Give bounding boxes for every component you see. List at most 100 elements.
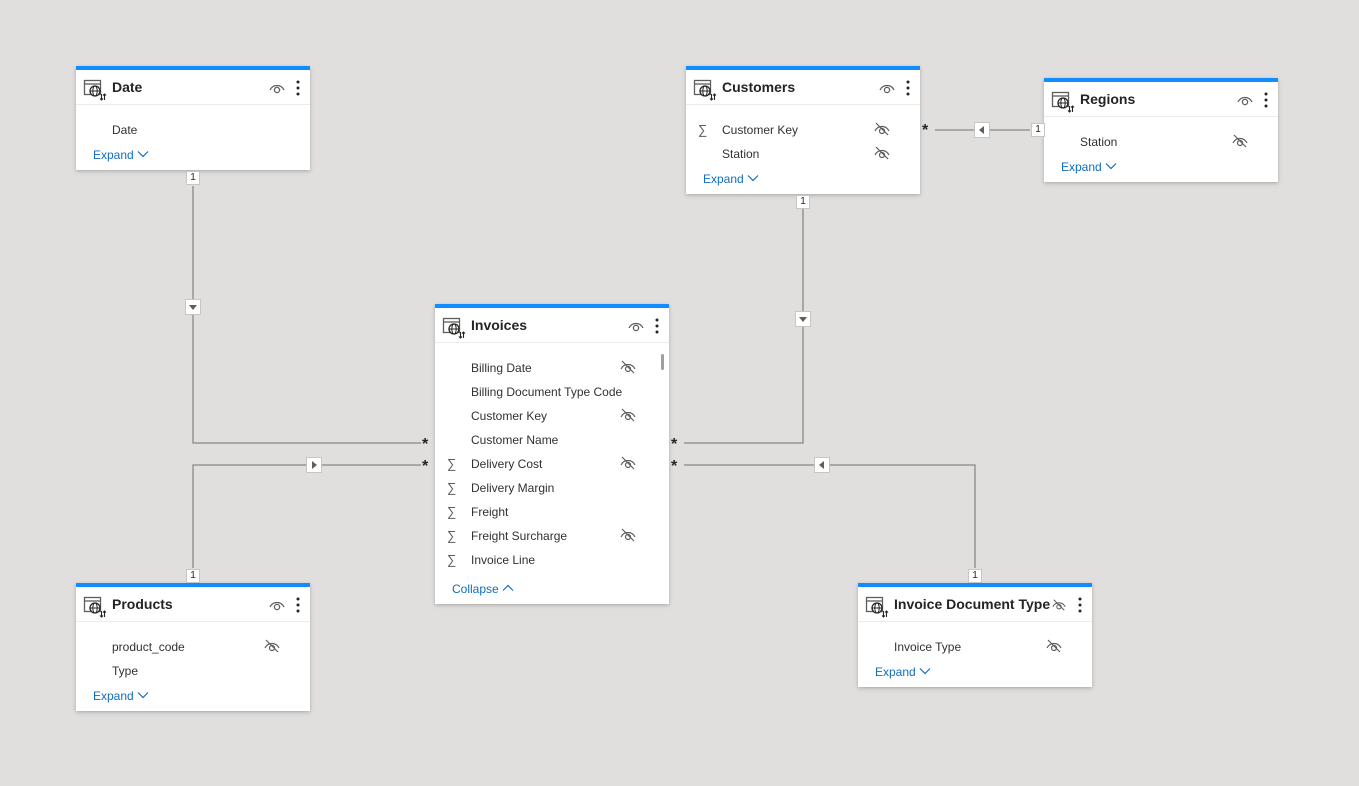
field-row[interactable]: Customer Key — [447, 406, 657, 426]
field-row[interactable]: Type — [88, 661, 298, 681]
cardinality-many-invoices-customers: * — [671, 436, 678, 453]
sigma-icon: ∑ — [447, 528, 457, 543]
table-header[interactable]: Date — [76, 70, 310, 105]
expand-toggle[interactable]: Expand — [93, 689, 149, 703]
table-globe-icon — [442, 317, 466, 339]
field-name: Freight Surcharge — [471, 529, 568, 543]
eye-hidden-icon[interactable] — [619, 359, 637, 375]
sigma-icon: ∑ — [447, 456, 457, 471]
eye-icon[interactable] — [268, 81, 286, 95]
toggle-label: Expand — [93, 689, 134, 703]
field-name: Billing Date — [471, 361, 532, 375]
table-card-regions[interactable]: Regions Station Expand — [1044, 78, 1278, 182]
field-name: Customer Name — [471, 433, 559, 447]
chevron-down-icon — [919, 668, 931, 675]
cardinality-one-date: 1 — [186, 171, 200, 185]
eye-hidden-icon[interactable] — [619, 407, 637, 423]
field-row[interactable]: Customer Name — [447, 430, 657, 450]
filter-direction-invoice-doc-type[interactable] — [814, 457, 830, 473]
eye-hidden-icon[interactable] — [1050, 598, 1068, 612]
eye-icon[interactable] — [627, 319, 645, 333]
eye-hidden-icon[interactable] — [263, 638, 281, 654]
table-header[interactable]: Customers — [686, 70, 920, 105]
field-row[interactable]: Station — [1056, 132, 1266, 152]
filter-direction-regions[interactable] — [974, 122, 990, 138]
more-vertical-icon[interactable] — [295, 79, 301, 97]
toggle-label: Expand — [703, 172, 744, 186]
chevron-up-icon — [502, 584, 514, 591]
field-row[interactable]: Billing Date — [447, 358, 657, 378]
expand-toggle[interactable]: Expand — [703, 172, 759, 186]
table-header[interactable]: Invoice Document Type — [858, 587, 1092, 622]
relationship-products-invoices[interactable] — [192, 464, 421, 568]
more-vertical-icon[interactable] — [1077, 596, 1083, 614]
table-card-invoice-document-type[interactable]: Invoice Document Type Invoice Type Expan… — [858, 583, 1092, 687]
field-row[interactable]: Invoice Type — [870, 637, 1080, 657]
table-card-date[interactable]: Date Date Expand — [76, 66, 310, 170]
expand-toggle[interactable]: Expand — [875, 665, 931, 679]
table-header[interactable]: Regions — [1044, 82, 1278, 117]
cardinality-many-invoices-date: * — [422, 436, 429, 453]
expand-toggle[interactable]: Expand — [1061, 160, 1117, 174]
collapse-toggle[interactable]: Collapse — [452, 582, 514, 596]
eye-icon[interactable] — [268, 598, 286, 612]
table-card-customers[interactable]: Customers ∑ Customer Key Station Expand — [686, 66, 920, 194]
sigma-icon: ∑ — [447, 504, 457, 519]
chevron-down-icon — [1105, 163, 1117, 170]
field-name: Date — [112, 123, 138, 137]
filter-direction-date[interactable] — [185, 299, 201, 315]
field-row[interactable]: Billing Document Type Code — [447, 382, 657, 402]
sigma-icon: ∑ — [447, 552, 457, 567]
table-title: Invoices — [471, 317, 528, 333]
toggle-label: Expand — [875, 665, 916, 679]
field-row[interactable]: ∑ Freight — [447, 502, 657, 522]
table-header[interactable]: Invoices — [435, 308, 669, 343]
more-vertical-icon[interactable] — [295, 596, 301, 614]
eye-hidden-icon[interactable] — [1231, 133, 1249, 149]
field-row[interactable]: ∑ Delivery Margin — [447, 478, 657, 498]
cardinality-many-invoices-doc-type: * — [671, 458, 678, 475]
eye-hidden-icon[interactable] — [873, 145, 891, 161]
field-name: Delivery Cost — [471, 457, 543, 471]
table-header[interactable]: Products — [76, 587, 310, 622]
chevron-down-icon — [137, 151, 149, 158]
table-globe-icon — [693, 79, 717, 101]
model-canvas[interactable]: Date Date Expand Customers ∑ Customer Ke… — [0, 0, 1359, 786]
field-name: Customer Key — [722, 123, 799, 137]
field-row[interactable]: Station — [698, 144, 908, 164]
field-name: Invoice Line — [471, 553, 536, 567]
more-vertical-icon[interactable] — [1263, 91, 1269, 109]
field-name: Billing Document Type Code — [471, 385, 623, 399]
field-row[interactable]: ∑ Delivery Cost — [447, 454, 657, 474]
eye-icon[interactable] — [1236, 93, 1254, 107]
field-row[interactable]: Date — [88, 120, 298, 140]
eye-hidden-icon[interactable] — [1045, 638, 1063, 654]
eye-hidden-icon[interactable] — [619, 455, 637, 471]
table-globe-icon — [83, 79, 107, 101]
field-row[interactable]: product_code — [88, 637, 298, 657]
eye-hidden-icon[interactable] — [873, 121, 891, 137]
field-name: Type — [112, 664, 139, 678]
more-vertical-icon[interactable] — [905, 79, 911, 97]
table-card-products[interactable]: Products product_code Type Expand — [76, 583, 310, 711]
eye-icon[interactable] — [878, 81, 896, 95]
expand-toggle[interactable]: Expand — [93, 148, 149, 162]
field-row[interactable]: ∑ Invoice Line — [447, 550, 657, 570]
relationship-invoice-doc-type-invoices[interactable] — [684, 464, 976, 568]
table-card-invoices[interactable]: Invoices Billing Date Billing Document T… — [435, 304, 669, 604]
sigma-icon: ∑ — [698, 122, 708, 137]
field-name: product_code — [112, 640, 185, 654]
table-title: Date — [112, 79, 143, 95]
relationship-date-invoices[interactable] — [192, 186, 421, 444]
scrollbar[interactable] — [661, 354, 664, 370]
more-vertical-icon[interactable] — [654, 317, 660, 335]
relationship-customers-invoices[interactable] — [684, 209, 804, 444]
table-title: Products — [112, 596, 173, 612]
eye-hidden-icon[interactable] — [619, 527, 637, 543]
filter-direction-customers[interactable] — [795, 311, 811, 327]
field-row[interactable]: ∑ Freight Surcharge — [447, 526, 657, 546]
field-row[interactable]: ∑ Customer Key — [698, 120, 908, 140]
table-title: Invoice Document Type — [894, 596, 1051, 612]
filter-direction-products[interactable] — [306, 457, 322, 473]
field-name: Customer Key — [471, 409, 548, 423]
